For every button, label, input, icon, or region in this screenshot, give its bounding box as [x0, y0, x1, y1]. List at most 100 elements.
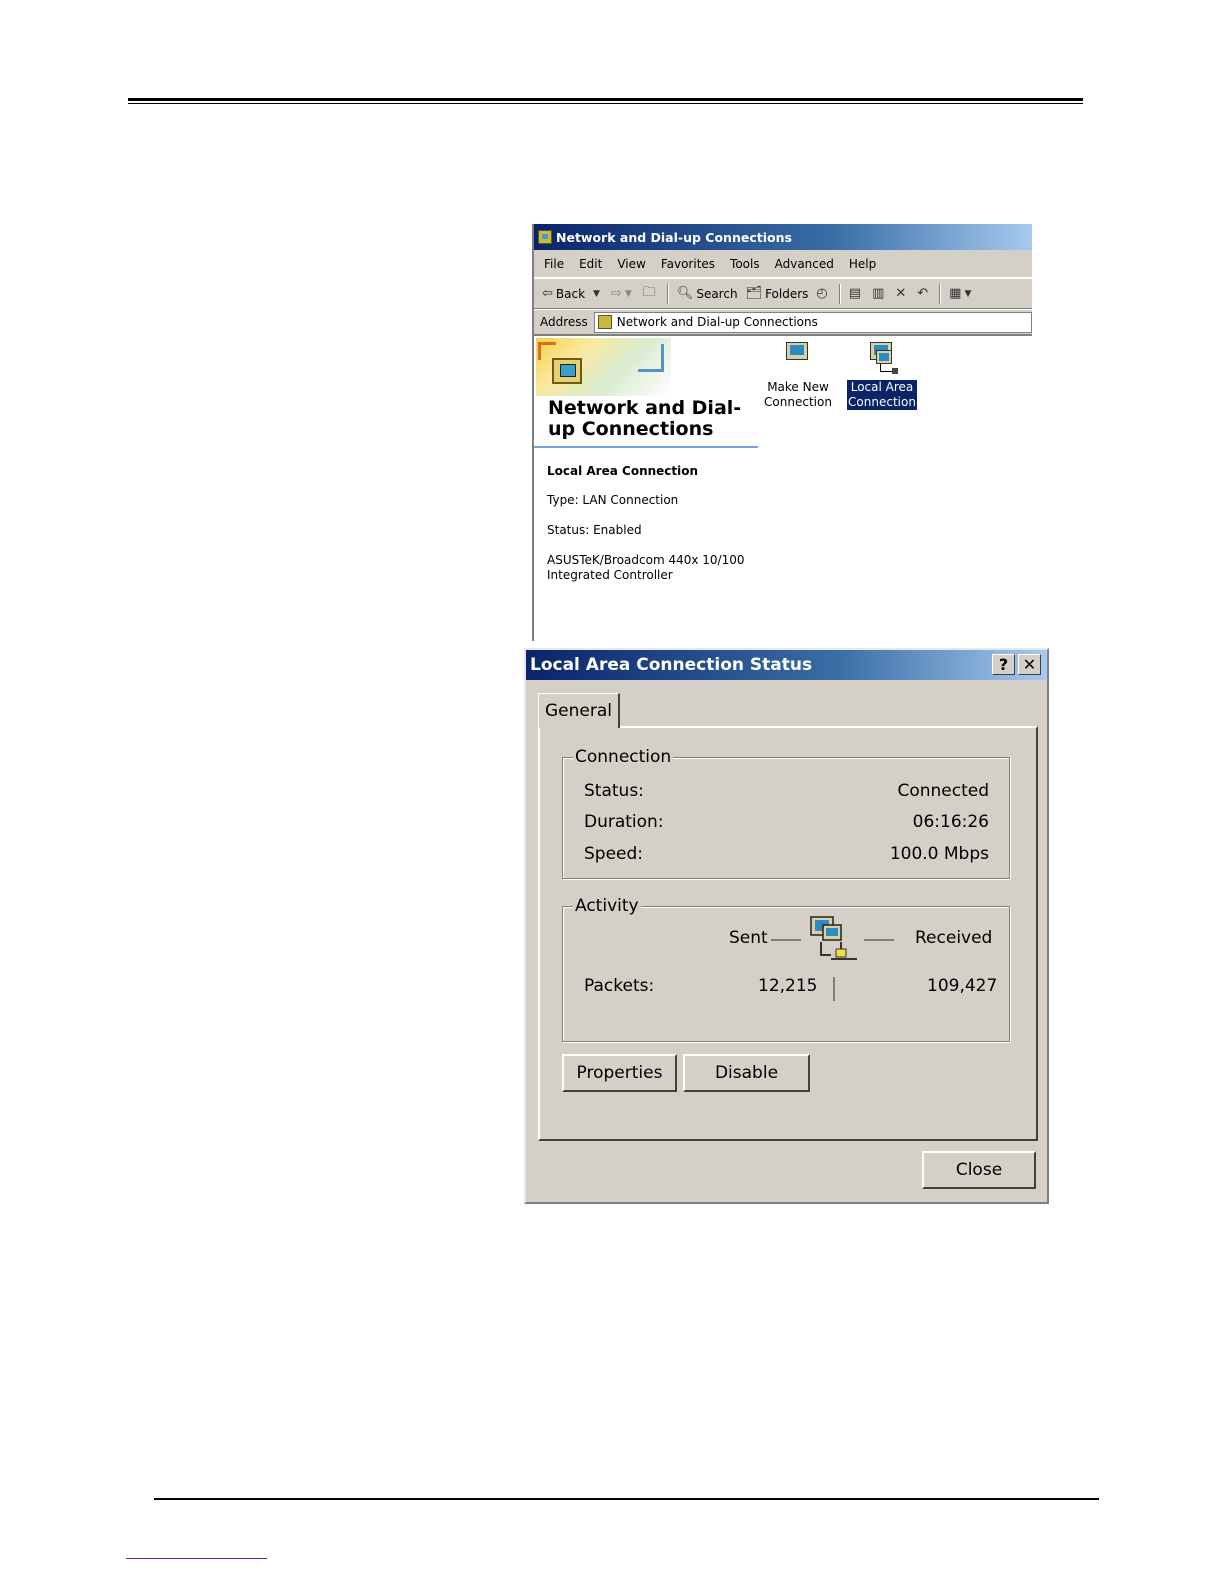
sent-packets-value: 12,215 [758, 976, 818, 996]
undo-icon: ↶ [917, 286, 929, 301]
address-value: Network and Dial-up Connections [616, 315, 818, 329]
status-row: Status: Connected [584, 781, 989, 801]
delete-button[interactable]: ✕ [895, 286, 909, 301]
packets-label: Packets: [584, 976, 655, 996]
tab-general-label: General [545, 701, 612, 721]
connection-group: Connection Status: Connected Duration: 0… [562, 747, 1010, 879]
history-button[interactable]: ◴ [816, 286, 830, 301]
received-label: Received [915, 928, 993, 948]
footer-rule [154, 1498, 1099, 1500]
network-activity-icon [810, 916, 857, 960]
activity-group: Activity Sent Received Packets: 12,215 1… [562, 896, 1010, 1042]
duration-value: 06:16:26 [912, 812, 989, 832]
menu-edit[interactable]: Edit [579, 257, 602, 271]
chevron-down-icon: ▼ [593, 288, 600, 299]
status-dialog: Local Area Connection Status ? ✕ General… [524, 648, 1049, 1204]
folders-button[interactable]: 🗂︎ Folders [746, 286, 809, 301]
search-button[interactable]: 🔍︎ Search [677, 286, 738, 301]
move-to-button[interactable]: ▤ [849, 286, 864, 301]
chevron-down-icon: ▼ [964, 288, 972, 299]
explorer-titlebar[interactable]: Network and Dial-up Connections [534, 224, 1032, 250]
back-arrow-icon: ⇦ [542, 286, 553, 301]
tab-general[interactable]: General [538, 693, 620, 728]
disable-label: Disable [714, 1063, 779, 1083]
details-type: Type: LAN Connection [547, 493, 679, 507]
make-new-connection-label: Make New Connection [764, 380, 832, 409]
search-icon: 🔍︎ [676, 286, 694, 301]
folders-icon: 🗂︎ [745, 286, 763, 301]
history-icon: ◴ [816, 286, 828, 301]
delete-icon: ✕ [895, 286, 907, 301]
views-button[interactable]: ▦ ▼ [949, 286, 974, 301]
duration-row: Duration: 06:16:26 [584, 812, 989, 832]
menu-view[interactable]: View [617, 257, 645, 271]
folder-banner: Network and Dial-up Connections [534, 336, 758, 448]
menu-favorites[interactable]: Favorites [661, 257, 715, 271]
duration-label: Duration: [584, 812, 664, 832]
help-button[interactable]: ? [992, 654, 1015, 675]
received-connector-line [864, 939, 894, 941]
footer-link-underline [126, 1558, 267, 1559]
activity-divider [833, 977, 835, 1001]
dialog-title: Local Area Connection Status [530, 655, 813, 675]
local-area-connection-item[interactable]: Local Area Connection [847, 340, 917, 410]
back-button[interactable]: ⇦ Back ▼ [542, 286, 603, 301]
folder-title: Network and Dial-up Connections [548, 397, 742, 440]
banner-decoration [638, 344, 664, 372]
close-window-button[interactable]: ✕ [1018, 654, 1041, 675]
details-name: Local Area Connection [547, 464, 699, 478]
toolbar-separator [939, 283, 942, 304]
menu-advanced[interactable]: Advanced [775, 257, 834, 271]
move-to-icon: ▤ [848, 286, 862, 301]
sent-connector-line [771, 939, 801, 941]
undo-button[interactable]: ↶ [917, 286, 931, 301]
close-label: Close [955, 1160, 1003, 1180]
views-icon: ▦ [949, 286, 962, 301]
back-label: Back [555, 286, 586, 301]
folders-label: Folders [765, 286, 809, 301]
header-rule-thin [128, 103, 1083, 104]
header-rule [128, 98, 1083, 101]
copy-to-button[interactable]: ▥ [872, 286, 887, 301]
connection-legend: Connection [573, 747, 674, 767]
menu-help[interactable]: Help [849, 257, 876, 271]
dialog-titlebar[interactable]: Local Area Connection Status ? ✕ [526, 650, 1047, 680]
received-packets-value: 109,427 [927, 976, 998, 996]
toolbar: ⇦ Back ▼ ⇨ ▼ 🗀 🔍︎ Search 🗂︎ Folders ◴ ▤ … [534, 278, 1032, 309]
speed-row: Speed: 100.0 Mbps [584, 844, 989, 864]
toolbar-separator [838, 283, 841, 304]
address-field[interactable]: Network and Dial-up Connections [593, 311, 1032, 333]
toolbar-separator [666, 283, 669, 304]
disable-button[interactable]: Disable [683, 1054, 810, 1092]
details-device: ASUSTeK/Broadcom 440x 10/100 Integrated … [547, 553, 745, 582]
close-icon: ✕ [1022, 655, 1037, 674]
details-pane: Local Area Connection Type: LAN Connecti… [547, 464, 747, 598]
speed-value: 100.0 Mbps [889, 844, 989, 864]
local-area-connection-label: Local Area Connection [847, 380, 917, 410]
make-new-connection-icon [782, 340, 814, 374]
up-folder-button[interactable]: 🗀 [643, 283, 659, 305]
details-status: Status: Enabled [547, 523, 642, 537]
network-connection-icon [866, 340, 898, 374]
up-folder-icon: 🗀 [642, 284, 656, 300]
properties-button[interactable]: Properties [562, 1054, 677, 1092]
general-panel: Connection Status: Connected Duration: 0… [538, 726, 1038, 1141]
status-value: Connected [897, 781, 989, 801]
menu-tools[interactable]: Tools [730, 257, 760, 271]
help-icon: ? [998, 655, 1009, 674]
close-button[interactable]: Close [922, 1151, 1036, 1189]
address-label: Address [540, 315, 588, 329]
explorer-title: Network and Dial-up Connections [556, 229, 792, 245]
copy-to-icon: ▥ [872, 286, 885, 301]
properties-label: Properties [576, 1063, 663, 1083]
forward-button[interactable]: ⇨ ▼ [611, 286, 635, 301]
status-label: Status: [584, 781, 644, 801]
network-folder-icon [538, 230, 552, 244]
make-new-connection-item[interactable]: Make New Connection [763, 340, 833, 410]
speed-label: Speed: [584, 844, 644, 864]
network-computer-icon [552, 358, 582, 384]
chevron-down-icon: ▼ [624, 288, 632, 299]
menu-file[interactable]: File [544, 257, 564, 271]
folder-content: Network and Dial-up Connections Local Ar… [534, 336, 1032, 641]
address-bar: Address Network and Dial-up Connections [534, 309, 1032, 336]
